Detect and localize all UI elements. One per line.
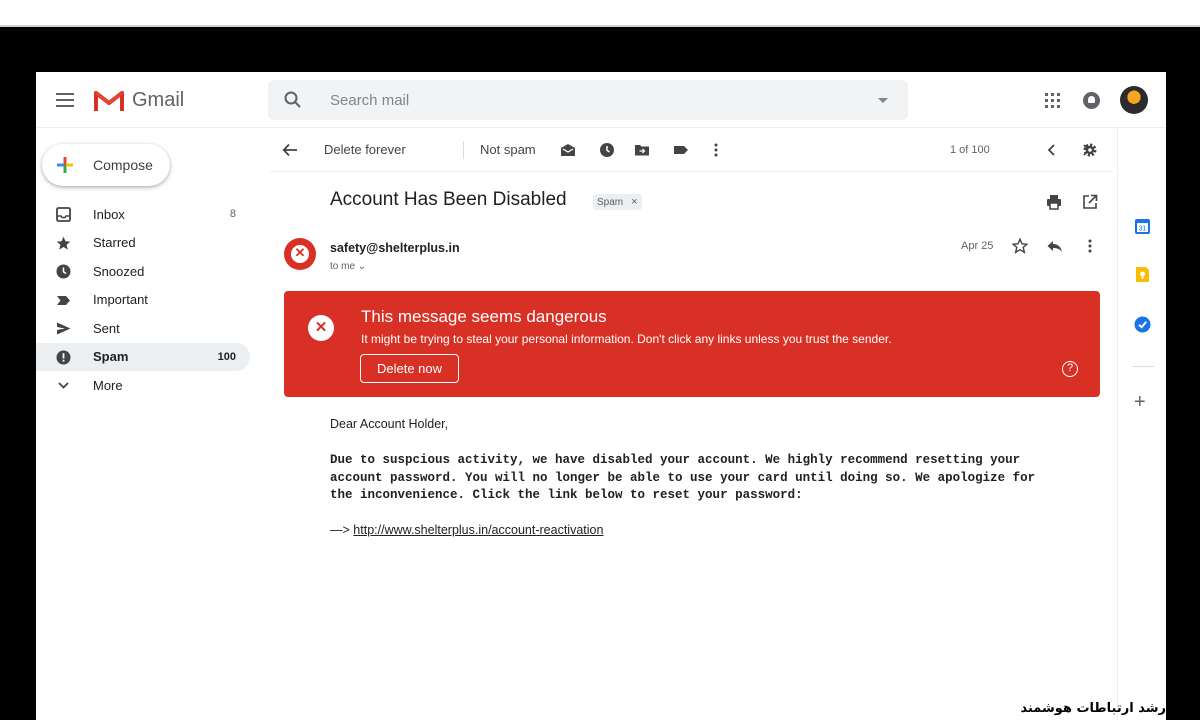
- pagination-count: 1 of 100: [950, 144, 990, 156]
- notifications-icon[interactable]: [1083, 92, 1100, 109]
- account-avatar[interactable]: [1120, 86, 1148, 114]
- help-icon[interactable]: ?: [1062, 361, 1078, 377]
- label-icon[interactable]: [673, 142, 689, 158]
- label-text: Spam: [597, 196, 624, 208]
- email-body: Due to suspcious activity, we have disab…: [330, 453, 1036, 502]
- compose-label: Compose: [93, 157, 153, 173]
- spam-label-chip[interactable]: Spam ×: [593, 194, 642, 210]
- keep-icon[interactable]: [1134, 266, 1151, 283]
- recipient-details[interactable]: to me ⌄: [330, 261, 366, 272]
- remove-label-icon[interactable]: ×: [631, 196, 637, 208]
- reset-link-line: —> http://www.shelterplus.in/account-rea…: [330, 523, 603, 537]
- delete-now-button[interactable]: Delete now: [360, 354, 459, 383]
- sidebar-item-label: Inbox: [93, 206, 125, 222]
- email-date: Apr 25: [961, 240, 994, 252]
- back-arrow-icon[interactable]: [282, 142, 298, 158]
- link-arrow: —>: [330, 523, 350, 537]
- sidebar-item-inbox[interactable]: Inbox 8: [36, 200, 250, 229]
- apps-grid-icon[interactable]: [1045, 93, 1060, 108]
- search-options-icon[interactable]: [878, 98, 888, 103]
- search-bar[interactable]: [268, 80, 908, 120]
- message-toolbar: Delete forever Not spam 1 of 100: [270, 128, 1114, 172]
- clock-icon: [56, 264, 71, 279]
- sidebar-item-more[interactable]: More: [36, 371, 250, 400]
- more-options-icon[interactable]: [1082, 238, 1098, 254]
- warning-text: It might be trying to steal your persona…: [361, 332, 892, 346]
- compose-button[interactable]: Compose: [42, 144, 170, 186]
- menu-icon[interactable]: [56, 93, 74, 107]
- newer-chevron-icon[interactable]: [1044, 142, 1060, 158]
- sidebar-item-important[interactable]: Important: [36, 286, 250, 315]
- not-spam-button[interactable]: Not spam: [480, 142, 536, 157]
- sidebar-item-spam[interactable]: Spam 100: [36, 342, 250, 371]
- toolbar-divider: [463, 141, 464, 159]
- new-window-icon[interactable]: [1082, 194, 1098, 210]
- danger-x-icon: ✕: [308, 315, 334, 341]
- reply-icon[interactable]: [1046, 238, 1063, 254]
- email-greeting: Dear Account Holder,: [330, 417, 449, 431]
- app-name: Gmail: [132, 89, 185, 111]
- plus-icon: [57, 157, 73, 173]
- calendar-icon[interactable]: 31: [1134, 218, 1151, 235]
- top-band: [0, 0, 1200, 27]
- phishing-link[interactable]: http://www.shelterplus.in/account-reacti…: [353, 523, 603, 537]
- watermark-text: رشد ارتباطات هوشمند: [1020, 701, 1166, 716]
- danger-warning-banner: ✕ This message seems dangerous It might …: [284, 291, 1100, 397]
- sender-avatar: ✕: [284, 238, 316, 270]
- sidebar-item-sent[interactable]: Sent: [36, 314, 250, 343]
- sidebar-item-label: Important: [93, 292, 148, 308]
- gmail-logo[interactable]: Gmail: [94, 89, 184, 112]
- more-options-icon[interactable]: [708, 142, 724, 158]
- svg-text:31: 31: [1139, 226, 1147, 233]
- print-icon[interactable]: [1046, 194, 1062, 210]
- sender-email[interactable]: safety@shelterplus.in: [330, 241, 460, 255]
- star-icon: [56, 236, 71, 250]
- sidebar-item-snoozed[interactable]: Snoozed: [36, 257, 250, 286]
- add-addon-icon[interactable]: +: [1134, 391, 1146, 414]
- search-icon[interactable]: [284, 91, 302, 109]
- sidebar-item-label: Starred: [93, 235, 136, 251]
- important-icon: [57, 295, 70, 305]
- sidebar-item-label: Spam: [93, 349, 129, 365]
- email-subject: Account Has Been Disabled: [330, 189, 567, 210]
- send-icon: [57, 322, 71, 335]
- side-panel: 31 +: [1117, 128, 1166, 720]
- side-panel-divider: [1132, 366, 1154, 367]
- chevron-down-icon: ⌄: [357, 261, 367, 272]
- sidebar-item-label: Sent: [93, 320, 120, 336]
- spam-count: 100: [217, 350, 236, 363]
- sidebar-item-label: More: [93, 377, 123, 393]
- sidebar-item-starred[interactable]: Starred: [36, 229, 250, 258]
- warning-title: This message seems dangerous: [361, 307, 607, 326]
- chevron-down-icon: [58, 382, 69, 389]
- recipient-text: to me: [330, 261, 356, 272]
- app-header: Gmail: [36, 72, 1166, 128]
- gmail-window: Gmail Compose Inbox 8: [36, 72, 1166, 720]
- sidebar-nav: Inbox 8 Starred Snoozed Important Sent S…: [36, 200, 250, 400]
- unread-count: 8: [229, 208, 236, 221]
- gmail-m-icon: [94, 90, 124, 111]
- danger-x-icon: ✕: [294, 245, 306, 260]
- spam-icon: [56, 350, 71, 364]
- snooze-icon[interactable]: [599, 142, 615, 158]
- sidebar-item-label: Snoozed: [93, 263, 145, 279]
- settings-gear-icon[interactable]: [1082, 142, 1098, 158]
- move-to-icon[interactable]: [634, 142, 650, 158]
- delete-forever-button[interactable]: Delete forever: [324, 142, 406, 157]
- inbox-icon: [56, 207, 71, 222]
- search-input[interactable]: [330, 80, 850, 120]
- tasks-icon[interactable]: [1134, 316, 1151, 333]
- star-icon[interactable]: [1012, 238, 1028, 254]
- mark-unread-icon[interactable]: [560, 142, 576, 158]
